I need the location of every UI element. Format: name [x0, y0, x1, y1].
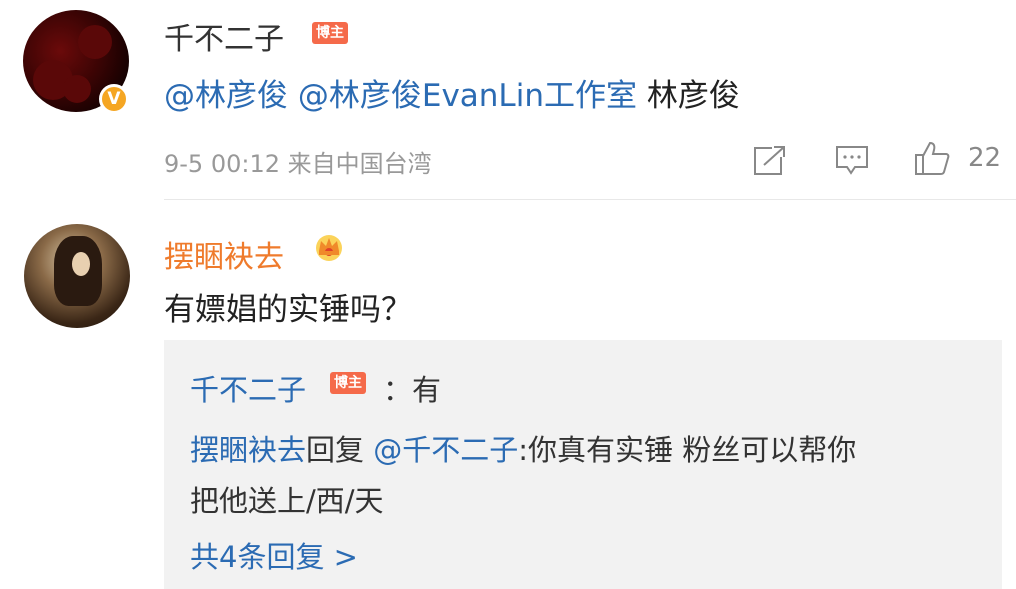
mention-link[interactable]: @林彦俊 — [164, 78, 288, 114]
like-count: 22 — [968, 143, 1002, 173]
reply-action: 回复 — [306, 433, 365, 467]
divider — [164, 199, 1016, 200]
author-badge: 博主 — [312, 22, 348, 44]
source: 来自中国台湾 — [287, 150, 432, 178]
sub-reply-author[interactable]: 摆睏袂去 — [190, 433, 306, 467]
reply-content: 有嫖娼的实锤吗？ — [164, 292, 412, 328]
comment-author[interactable]: 千不二子 — [164, 14, 284, 58]
sub-reply: 摆睏袂去回复 @千不二子:你真有实锤 粉丝可以帮你 — [190, 427, 856, 469]
verified-v-icon: V — [99, 84, 129, 114]
comment-text: 林彦俊 — [646, 78, 740, 114]
sub-reply-author[interactable]: 千不二子 — [190, 373, 306, 407]
sub-reply-text: 把他送上/西/天 — [190, 484, 384, 518]
more-replies-link[interactable]: 共4条回复 > — [190, 534, 358, 576]
comment-content: @林彦俊 @林彦俊EvanLin工作室 林彦俊 — [164, 70, 740, 115]
crown-icon — [313, 232, 345, 266]
mention-link[interactable]: @千不二子 — [373, 433, 518, 467]
mention-link[interactable]: @林彦俊EvanLin工作室 — [298, 78, 637, 114]
comment-icon[interactable] — [834, 143, 870, 181]
comment-meta: 9-5 00:12 来自中国台湾 — [164, 144, 432, 179]
timestamp: 9-5 00:12 — [164, 150, 280, 178]
sub-reply-text: ：有 — [383, 373, 442, 407]
reply-author[interactable]: 摆睏袂去 — [164, 232, 284, 276]
sub-reply-text: :你真有实锤 粉丝可以帮你 — [518, 433, 857, 467]
sub-reply: 千不二子 — [190, 367, 306, 409]
thumbs-up-icon[interactable] — [912, 139, 952, 181]
author-badge: 博主 — [330, 372, 366, 394]
avatar[interactable] — [24, 224, 130, 328]
share-icon[interactable] — [752, 143, 788, 181]
